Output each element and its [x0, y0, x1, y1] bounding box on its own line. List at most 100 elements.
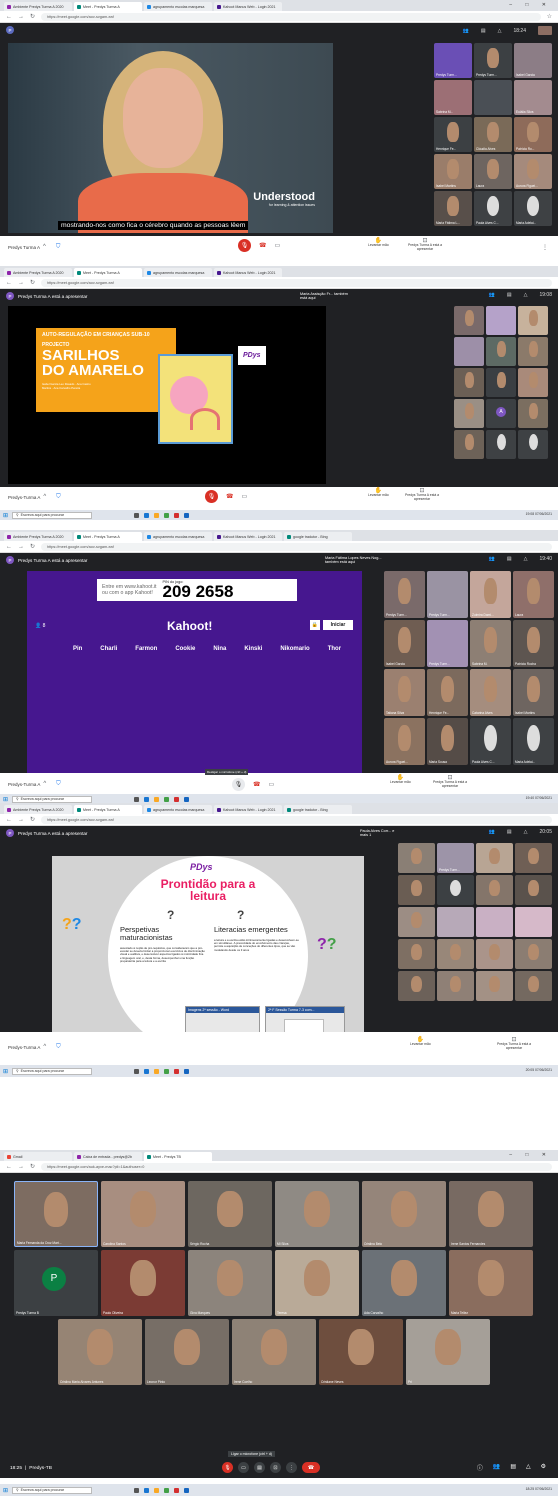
participant-tile[interactable] [476, 843, 513, 873]
participant-tile[interactable]: Cristina Maria Alvares Antunes [58, 1319, 142, 1385]
folder-icon[interactable] [154, 796, 160, 802]
chrome-icon[interactable] [164, 796, 170, 802]
raise-hand-button[interactable]: ✋ Levantar mão [368, 488, 389, 497]
app-icon[interactable] [174, 512, 180, 518]
app-icon[interactable] [174, 796, 180, 802]
participant-tile[interactable] [454, 430, 484, 459]
participant-tile[interactable]: Henrique Fe... [434, 117, 472, 152]
url-input[interactable]: https://meet.google.com/aov-svgam-eaf [41, 12, 541, 21]
window-controls[interactable]: – □ ✕ [509, 1152, 552, 1158]
hangup-button[interactable]: ☎ [302, 1462, 320, 1473]
activities-icon[interactable]: △ [524, 556, 528, 562]
forward-icon[interactable]: → [18, 817, 24, 823]
participant-tile[interactable]: A [486, 399, 516, 428]
taskbar-search[interactable]: ⚲ Escreva aqui para procurar [12, 1067, 93, 1075]
participant-tile[interactable]: MI Silva [275, 1181, 359, 1247]
app-icon[interactable] [174, 1487, 180, 1493]
participant-tile[interactable] [486, 368, 516, 397]
participant-tile[interactable]: Cristina Belo [362, 1181, 446, 1247]
chrome-icon[interactable] [164, 1068, 170, 1074]
participant-tile[interactable] [398, 939, 435, 969]
participant-tile[interactable]: Maria Adelai... [513, 718, 554, 765]
participant-tile[interactable] [486, 430, 516, 459]
chevron-up-icon[interactable]: ^ [43, 494, 46, 500]
participant-tile[interactable]: Zulmira Dami... [470, 571, 511, 618]
star-icon[interactable]: ☆ [547, 13, 552, 20]
reload-icon[interactable]: ↻ [30, 1163, 35, 1170]
presentation-button[interactable]: ⊡ Predys Turma A está a apresentar [398, 488, 446, 501]
task-view-icon[interactable] [134, 1068, 140, 1074]
participant-tile[interactable] [474, 80, 512, 115]
activities-icon[interactable]: △ [526, 1463, 531, 1472]
tab-agrupamento[interactable]: agrupamento escolas marquesa [144, 532, 212, 541]
participant-tile[interactable]: Sabrina M... [434, 80, 472, 115]
participant-tile[interactable] [518, 337, 548, 366]
back-icon[interactable]: ← [6, 280, 12, 286]
mic-off-button[interactable]: 🎙 [222, 1462, 233, 1473]
reload-icon[interactable]: ↻ [30, 816, 35, 823]
app-icon[interactable] [174, 1068, 180, 1074]
participant-tile[interactable]: Ada Carvalho [362, 1250, 446, 1316]
chat-icon[interactable]: ▤ [507, 556, 512, 562]
participant-tile[interactable]: P Predys Turma B [14, 1250, 98, 1316]
mic-off-button[interactable]: 🎙 [205, 490, 218, 503]
people-icon[interactable]: 👥 [489, 556, 495, 562]
chrome-icon[interactable] [164, 1487, 170, 1493]
participant-tile[interactable]: Isabel Garcia [514, 43, 552, 78]
participant-tile[interactable] [515, 939, 552, 969]
participant-tile[interactable] [454, 337, 484, 366]
chat-icon[interactable]: ▤ [507, 292, 512, 298]
participant-tile[interactable] [518, 306, 548, 335]
tab-ambiente[interactable]: Ambiente Predys Turma A 2020 [4, 268, 72, 277]
participant-tile[interactable] [437, 971, 474, 1001]
participant-tile[interactable]: Paulo Oliveira [101, 1250, 185, 1316]
tab-meet[interactable]: Meet - Predys Turma A [74, 268, 142, 277]
participant-tile[interactable]: Predys Turm... [437, 843, 474, 873]
people-icon[interactable]: 👥 [489, 829, 495, 835]
chat-icon[interactable]: ▤ [481, 28, 486, 34]
folder-icon[interactable] [154, 1487, 160, 1493]
tab-ambiente[interactable]: Ambiente Predys Turma A 2020 [4, 805, 72, 814]
edge-icon[interactable] [144, 796, 150, 802]
participant-tile[interactable]: Gina Marques [188, 1250, 272, 1316]
participant-tile[interactable] [518, 399, 548, 428]
participant-tile[interactable] [437, 907, 474, 937]
participant-tile[interactable]: Aurora Figuei... [384, 718, 425, 765]
participant-tile[interactable] [476, 971, 513, 1001]
edge-icon[interactable] [144, 1068, 150, 1074]
back-icon[interactable]: ← [6, 1164, 12, 1170]
windows-start-icon[interactable]: ⊞ [3, 796, 8, 803]
people-icon[interactable]: 👥 [463, 28, 469, 34]
task-view-icon[interactable] [134, 512, 140, 518]
presentation-button[interactable]: ⊡ Predys Turma A está a apresentar [400, 238, 450, 251]
tab-meet[interactable]: Meet - Predys TB [144, 1152, 212, 1161]
tab-agrupamento[interactable]: agrupamento escolas marquesa [144, 805, 212, 814]
more-options-button[interactable]: ⋮ [286, 1462, 297, 1473]
word-icon[interactable] [184, 1487, 190, 1493]
activities-icon[interactable]: △ [498, 28, 502, 34]
lock-icon[interactable]: ⚙ [541, 1463, 546, 1472]
tab-meet[interactable]: Meet - Predys Turma A [74, 2, 142, 11]
start-button[interactable]: Iniciar [323, 620, 353, 630]
activities-icon[interactable]: △ [524, 829, 528, 835]
participant-tile[interactable]: Maria Adelai... [514, 191, 552, 226]
participant-tile[interactable]: Maria Sousa [427, 718, 468, 765]
participant-tile[interactable]: Predys Turm... [427, 571, 468, 618]
tab-kahoot[interactable]: Kahoot Manus Web - Login 2021 [214, 532, 282, 541]
task-view-icon[interactable] [134, 1487, 140, 1493]
participant-tile[interactable] [476, 939, 513, 969]
windows-start-icon[interactable]: ⊞ [3, 1487, 8, 1494]
self-avatar[interactable] [538, 26, 552, 35]
tab-kahoot[interactable]: Kahoot Manus Web - Login 2021 [214, 805, 282, 814]
word-icon[interactable] [184, 796, 190, 802]
mic-button[interactable]: 🎙 [232, 778, 245, 791]
participant-tile[interactable] [437, 939, 474, 969]
participant-tile[interactable]: Eulália Silva [514, 80, 552, 115]
forward-icon[interactable]: → [18, 544, 24, 550]
participant-tile[interactable]: Paula Alves C... [470, 718, 511, 765]
participant-tile[interactable]: Laura [513, 571, 554, 618]
participant-tile[interactable] [515, 907, 552, 937]
participant-tile[interactable]: Patrícia Rocha [513, 620, 554, 667]
back-icon[interactable]: ← [6, 14, 12, 20]
hangup-icon[interactable]: ☎ [253, 781, 260, 788]
